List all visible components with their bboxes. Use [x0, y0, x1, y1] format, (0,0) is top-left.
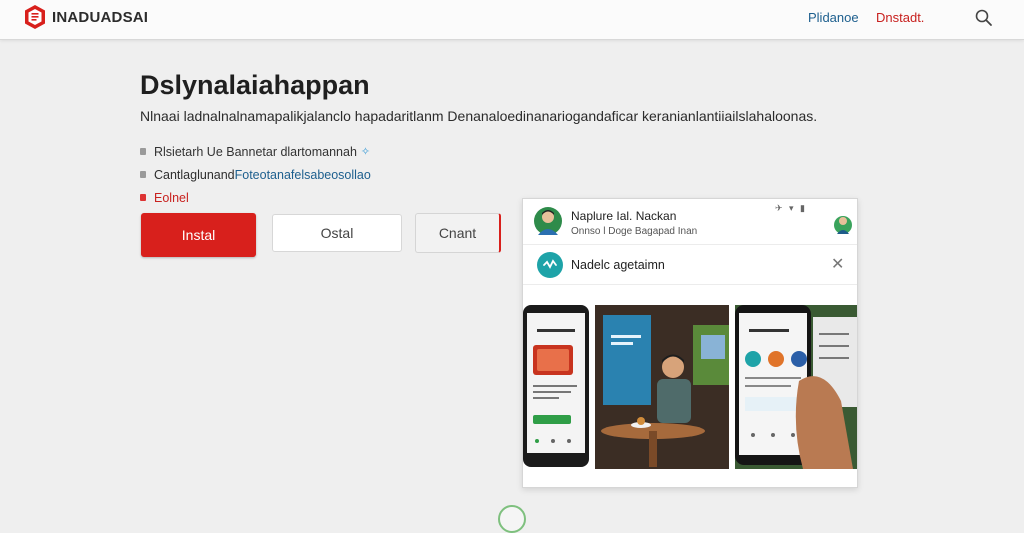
search-icon[interactable]: [974, 8, 994, 28]
phone-mockup-left: [523, 305, 589, 467]
feature-text: Eolnel: [154, 190, 189, 205]
bullet-icon: [140, 194, 146, 201]
page-title: Dslynalaiahappan: [140, 70, 370, 100]
hero-description: Nlnaai ladnalnalnamapalikjalanclo hapada…: [140, 108, 818, 124]
secondary-button[interactable]: Ostal: [272, 214, 402, 252]
scroll-indicator[interactable]: [498, 505, 526, 533]
brand-name: INADUADSAI: [52, 8, 149, 26]
feature-item: Cantlaglunand Foteotanafelsabeosollao: [140, 163, 371, 186]
top-navigation-bar: INADUADSAI Plidanoe Dnstadt.: [0, 0, 1024, 40]
screenshot-gallery: [523, 305, 857, 469]
brand-logo-icon: [25, 5, 45, 29]
preview-title: Naplure Ial. Nackan: [571, 209, 677, 223]
app-preview-card: Naplure Ial. Nackan Onnso l Doge Bagapad…: [522, 198, 858, 488]
preview-subtitle: Onnso l Doge Bagapad Inan: [571, 226, 698, 237]
brand-logo[interactable]: INADUADSAI: [24, 4, 148, 30]
bullet-icon: [140, 148, 146, 155]
status-icons: ✈ ▾ ▮: [775, 203, 808, 213]
feature-item: Rlsietarh Ue Bannetar dlartomannah ✧: [140, 140, 371, 163]
feature-text: Cantlaglunand: [154, 167, 235, 182]
user-avatar-icon[interactable]: [533, 205, 563, 237]
feature-list: Rlsietarh Ue Bannetar dlartomannah ✧ Can…: [140, 140, 371, 209]
info-icon: [537, 252, 563, 278]
sparkle-icon: ✧: [360, 146, 371, 158]
promo-scene-image: [595, 305, 729, 469]
feature-item: Eolnel: [140, 186, 371, 209]
feature-link[interactable]: Foteotanafelsabeosollao: [235, 168, 371, 182]
tertiary-button[interactable]: Cnant: [415, 213, 501, 253]
preview-header: Naplure Ial. Nackan Onnso l Doge Bagapad…: [523, 199, 857, 245]
profile-avatar-icon[interactable]: [833, 211, 853, 235]
close-icon[interactable]: ✕: [831, 254, 844, 274]
notification-bar[interactable]: Nadelc agetaimn ✕: [523, 245, 857, 285]
install-button[interactable]: Instal: [141, 213, 256, 257]
nav-link-primary[interactable]: Plidanoe: [808, 10, 859, 25]
feature-text: Rlsietarh Ue Bannetar dlartomannah: [154, 144, 357, 159]
nav-link-secondary[interactable]: Dnstadt.: [876, 10, 924, 25]
bullet-icon: [140, 171, 146, 178]
notification-text: Nadelc agetaimn: [571, 258, 665, 272]
phone-mockup-right: [735, 305, 857, 469]
